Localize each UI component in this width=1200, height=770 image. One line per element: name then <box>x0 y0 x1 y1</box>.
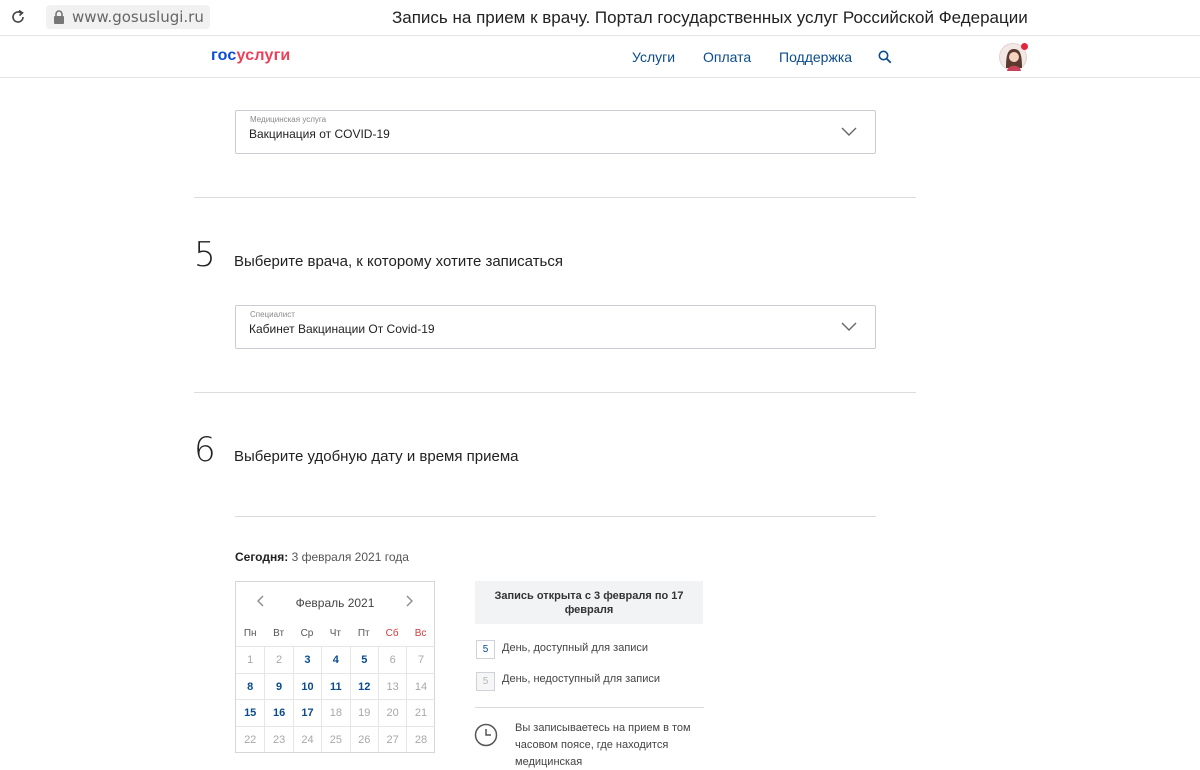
weekday-label: Ср <box>300 628 314 639</box>
calendar-day: 18 <box>321 699 350 726</box>
calendar: Февраль 2021 Пн Вт Ср Чт Пт Сб Вс 123456… <box>235 581 435 753</box>
logo-part-gos: гос <box>211 47 237 64</box>
specialist-value: Кабинет Вакцинации От Covid-19 <box>249 322 435 336</box>
legend-unavailable-text: День, недоступный для записи <box>502 673 661 685</box>
calendar-day[interactable]: 17 <box>292 699 322 726</box>
calendar-day: 28 <box>406 725 435 752</box>
calendar-day: 2 <box>264 646 293 673</box>
weekday-label: Вс <box>414 628 427 639</box>
calendar-day[interactable]: 16 <box>264 699 293 726</box>
calendar-day: 26 <box>349 725 378 752</box>
calendar-day: 27 <box>377 725 407 752</box>
calendar-day[interactable]: 8 <box>236 672 265 700</box>
medical-service-select[interactable]: Медицинская услуга Вакцинация от COVID-1… <box>235 110 876 154</box>
chevron-down-icon <box>841 127 857 136</box>
calendar-day[interactable]: 10 <box>292 672 322 699</box>
weekday-label: Пт <box>357 628 370 639</box>
today-date: Сегодня: 3 февраля 2021 года <box>235 550 409 564</box>
booking-open-notice: Запись открыта с 3 февраля по 17 февраля <box>475 581 703 624</box>
clock-icon <box>474 723 498 747</box>
calendar-days: 1 2 3 4 5 6 7 8 9 10 11 12 13 14 15 16 17 18 19 20 21 22 23 24 2… <box>236 646 435 753</box>
section-divider <box>194 392 916 393</box>
calendar-header: Февраль 2021 <box>236 582 434 622</box>
calendar-day[interactable]: 5 <box>349 646 378 673</box>
calendar-day: 1 <box>236 646 265 673</box>
calendar-day[interactable]: 9 <box>264 672 293 699</box>
calendar-day[interactable]: 3 <box>292 646 322 673</box>
calendar-day: 14 <box>406 672 435 699</box>
today-label: Сегодня: <box>235 550 289 564</box>
weekday-label: Сб <box>385 628 399 639</box>
search-icon[interactable] <box>878 50 892 64</box>
step-5-title: Выберите врача, к которому хотите записа… <box>234 253 563 270</box>
step-number-5: 5 <box>194 235 216 275</box>
user-avatar[interactable] <box>999 43 1028 71</box>
specialist-label: Специалист <box>250 310 295 319</box>
timezone-note: Вы записываетесь на прием в том часовом … <box>515 722 691 768</box>
nav-payment[interactable]: Оплата <box>703 49 751 65</box>
legend-unavailable-sample: 5 <box>476 672 495 691</box>
gosuslugi-logo[interactable]: госуслуги <box>211 47 290 65</box>
window-title: Запись на прием к врачу. Портал государс… <box>392 8 1028 27</box>
calendar-day[interactable]: 4 <box>321 646 350 673</box>
calendar-day: 24 <box>292 725 322 752</box>
calendar-weekdays: Пн Вт Ср Чт Пт Сб Вс <box>236 622 434 646</box>
weekday-label: Пн <box>243 628 257 639</box>
section-divider <box>194 197 916 198</box>
notification-dot <box>1021 43 1028 50</box>
calendar-day: 21 <box>406 699 435 726</box>
calendar-day: 6 <box>377 646 407 673</box>
weekday-label: Вт <box>273 628 285 639</box>
logo-part-uslugi: услуги <box>236 47 291 64</box>
calendar-day: 20 <box>377 699 407 726</box>
step-number-6: 6 <box>194 430 216 470</box>
calendar-day: 13 <box>377 672 407 699</box>
url-text: www.gosuslugi.ru <box>72 8 204 26</box>
medical-service-label: Медицинская услуга <box>250 115 327 124</box>
medical-service-value: Вакцинация от COVID-19 <box>249 127 390 141</box>
legend-available-sample: 5 <box>476 640 495 659</box>
calendar-day[interactable]: 15 <box>236 699 265 726</box>
today-value: 3 февраля 2021 года <box>291 550 409 564</box>
reload-icon[interactable] <box>10 8 26 26</box>
chevron-right-icon[interactable] <box>402 594 416 608</box>
calendar-divider <box>235 516 876 517</box>
lock-icon <box>54 10 64 24</box>
step-6-title: Выберите удобную дату и время приема <box>234 448 519 465</box>
calendar-day[interactable]: 12 <box>349 672 378 699</box>
calendar-day: 22 <box>236 725 265 753</box>
calendar-day: 23 <box>264 725 293 752</box>
chevron-down-icon <box>841 322 857 331</box>
calendar-day[interactable]: 11 <box>321 672 350 699</box>
address-bar[interactable]: www.gosuslugi.ru <box>46 5 210 29</box>
info-divider <box>475 707 704 708</box>
calendar-day: 25 <box>321 725 350 752</box>
specialist-select[interactable]: Специалист Кабинет Вакцинации От Covid-1… <box>235 305 876 349</box>
nav-support[interactable]: Поддержка <box>779 49 852 65</box>
calendar-day: 19 <box>349 699 378 726</box>
site-header: госуслуги Услуги Оплата Поддержка <box>0 37 1200 78</box>
nav-services[interactable]: Услуги <box>632 49 675 65</box>
legend-available-text: День, доступный для записи <box>502 642 649 654</box>
calendar-day: 7 <box>406 646 435 673</box>
browser-bar: www.gosuslugi.ru Запись на прием к врачу… <box>0 0 1200 36</box>
weekday-label: Чт <box>329 628 341 639</box>
